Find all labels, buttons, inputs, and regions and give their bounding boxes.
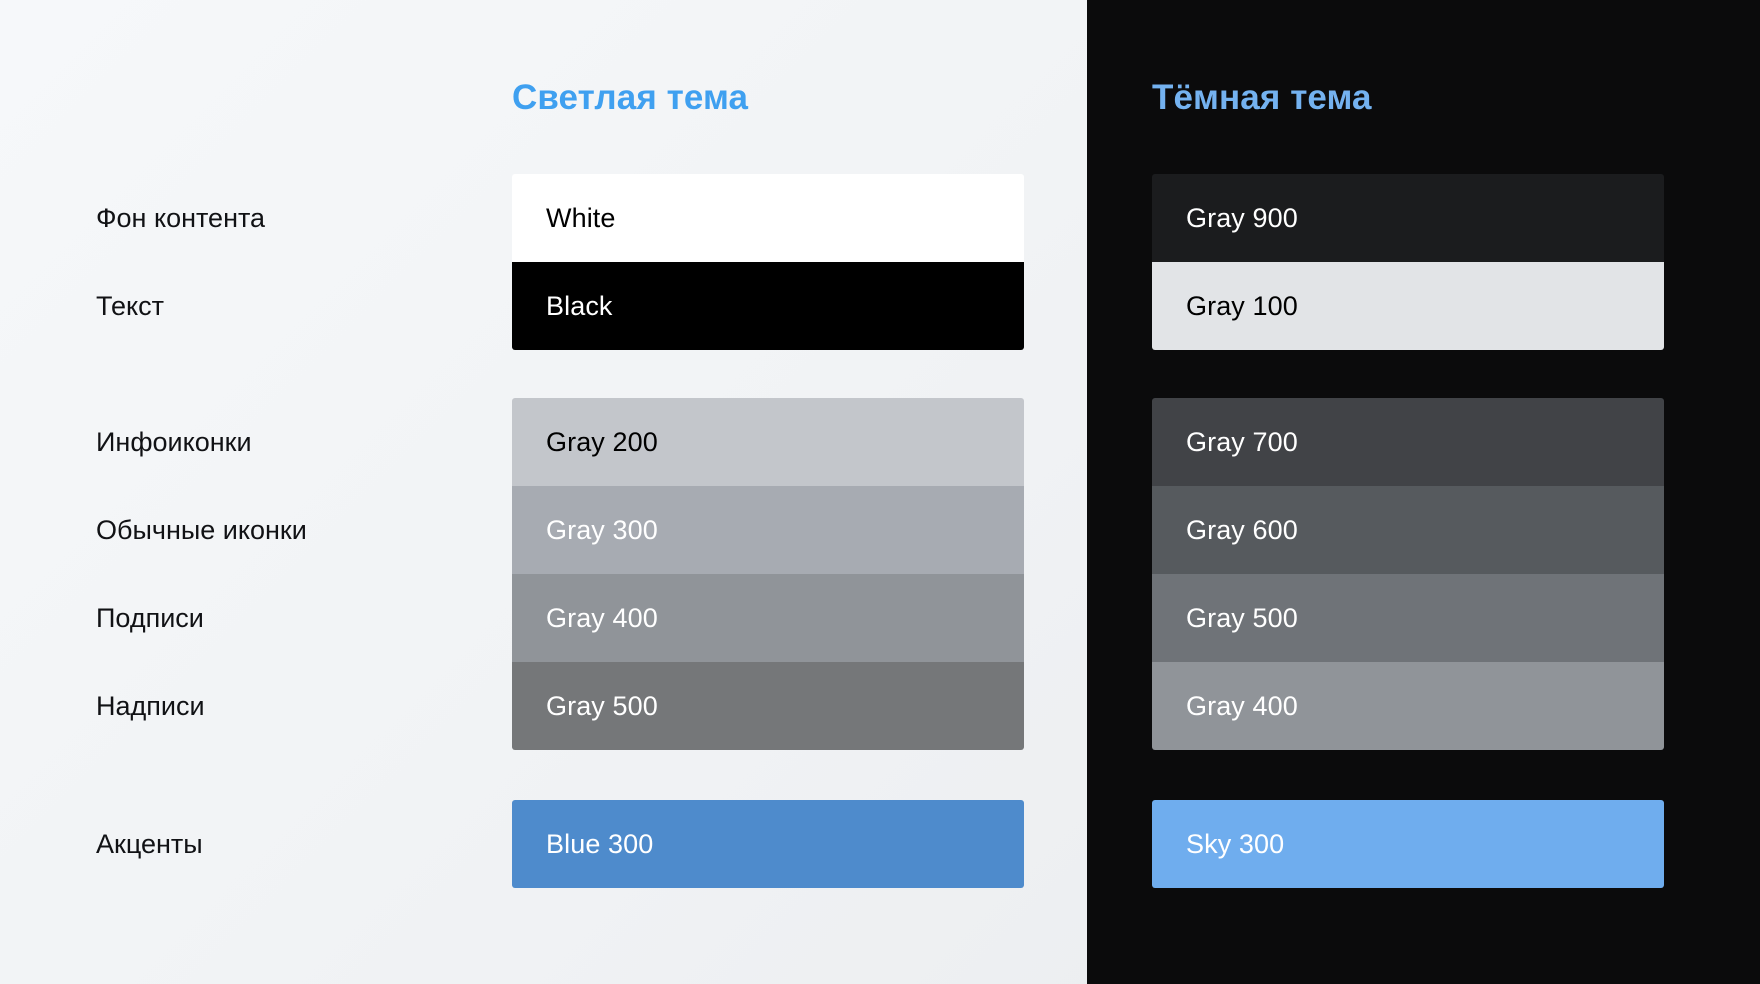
swatch-light-black[interactable]: Black	[512, 262, 1024, 350]
swatch-light-white[interactable]: White	[512, 174, 1024, 262]
row-label-2: Инфоиконки	[96, 427, 252, 457]
row-label-4: Подписи	[96, 603, 204, 633]
swatch-label: Gray 400	[546, 602, 658, 633]
swatch-label: Gray 700	[1186, 426, 1298, 457]
light-theme-title: Светлая тема	[512, 78, 749, 117]
swatch-label: White	[546, 202, 616, 233]
swatch-label: Gray 300	[546, 514, 658, 545]
dark-theme-title: Тёмная тема	[1152, 78, 1372, 117]
swatch-light-gray-400[interactable]: Gray 400	[512, 574, 1024, 662]
row-label-0: Фон контента	[96, 203, 266, 233]
swatch-label: Gray 400	[1186, 690, 1298, 721]
swatch-dark-sky-300[interactable]: Sky 300	[1152, 800, 1664, 888]
row-label-1: Текст	[96, 291, 164, 321]
swatch-label: Gray 900	[1186, 202, 1298, 233]
color-palette-board: Светлая тема Тёмная тема Фон контента Тек…	[0, 0, 1760, 984]
row-label-6: Акценты	[96, 829, 203, 859]
swatch-label: Gray 200	[546, 426, 658, 457]
swatch-dark-gray-400[interactable]: Gray 400	[1152, 662, 1664, 750]
row-label-5: Надписи	[96, 691, 205, 721]
swatch-dark-gray-100[interactable]: Gray 100	[1152, 262, 1664, 350]
swatch-light-gray-200[interactable]: Gray 200	[512, 398, 1024, 486]
row-label-3: Обычные иконки	[96, 515, 307, 545]
swatch-label: Gray 500	[1186, 602, 1298, 633]
swatch-light-blue-300[interactable]: Blue 300	[512, 800, 1024, 888]
swatch-label: Black	[546, 290, 613, 321]
swatch-label: Gray 600	[1186, 514, 1298, 545]
swatch-dark-gray-600[interactable]: Gray 600	[1152, 486, 1664, 574]
swatch-label: Gray 500	[546, 690, 658, 721]
swatch-dark-gray-500[interactable]: Gray 500	[1152, 574, 1664, 662]
swatch-light-gray-500[interactable]: Gray 500	[512, 662, 1024, 750]
swatch-light-gray-300[interactable]: Gray 300	[512, 486, 1024, 574]
swatch-label: Blue 300	[546, 828, 654, 859]
swatch-dark-gray-700[interactable]: Gray 700	[1152, 398, 1664, 486]
swatch-label: Gray 100	[1186, 290, 1298, 321]
swatch-label: Sky 300	[1186, 828, 1285, 859]
swatch-dark-gray-900[interactable]: Gray 900	[1152, 174, 1664, 262]
